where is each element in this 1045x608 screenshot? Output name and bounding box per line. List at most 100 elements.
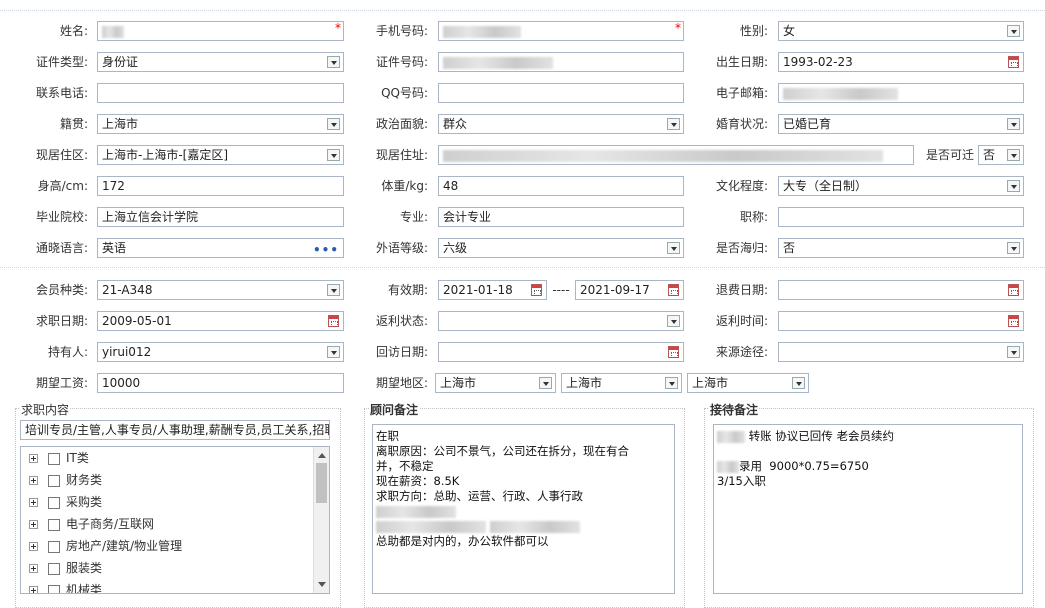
checkbox[interactable] xyxy=(48,474,60,487)
phone-input[interactable] xyxy=(97,83,344,103)
marital-select[interactable]: 已婚已育 xyxy=(778,114,1024,134)
title-input[interactable] xyxy=(778,207,1024,227)
rebate-status-select[interactable] xyxy=(438,311,684,331)
residence-area-select[interactable]: 上海市-上海市-[嘉定区] xyxy=(97,145,344,165)
birth-date-input[interactable]: 1993-02-23 xyxy=(778,52,1024,72)
calendar-icon[interactable] xyxy=(328,315,339,327)
tree-item-machinery[interactable]: 机械类 xyxy=(29,579,102,593)
expand-icon[interactable] xyxy=(29,454,38,463)
native-place-value: 上海市 xyxy=(102,117,139,131)
more-icon[interactable]: ••• xyxy=(313,241,339,257)
chevron-down-icon[interactable] xyxy=(1007,180,1020,192)
expand-icon[interactable] xyxy=(29,564,38,573)
weight-label: 体重/kg: xyxy=(381,179,428,193)
tree-item-apparel[interactable]: 服装类 xyxy=(29,557,102,579)
advisor-notes-textarea[interactable]: 在职 离职原因：公司不景气，公司还在拆分，现在有合 并，不稳定 现在薪资：8.5K 求职… xyxy=(372,424,675,594)
scroll-down-icon[interactable] xyxy=(318,582,326,587)
scroll-thumb[interactable] xyxy=(316,463,327,503)
height-input[interactable]: 172 xyxy=(97,176,344,196)
qq-input[interactable] xyxy=(438,83,684,103)
id-no-input[interactable] xyxy=(438,52,684,72)
calendar-icon[interactable] xyxy=(1008,315,1019,327)
school-input[interactable]: 上海立信会计学院 xyxy=(97,207,344,227)
tree-item-realestate[interactable]: 房地产/建筑/物业管理 xyxy=(29,535,182,557)
region-district-select[interactable]: 上海市 xyxy=(687,373,809,393)
chevron-down-icon[interactable] xyxy=(1007,118,1020,130)
chevron-down-icon[interactable] xyxy=(667,315,680,327)
checkbox[interactable] xyxy=(48,496,60,509)
chevron-down-icon[interactable] xyxy=(1007,242,1020,254)
weight-input[interactable]: 48 xyxy=(438,176,684,196)
lang-level-select[interactable]: 六级 xyxy=(438,238,684,258)
expand-icon[interactable] xyxy=(29,476,38,485)
checkbox[interactable] xyxy=(48,452,60,465)
source-select[interactable] xyxy=(778,342,1024,362)
chevron-down-icon[interactable] xyxy=(327,149,340,161)
checkbox[interactable] xyxy=(48,584,60,593)
calendar-icon[interactable] xyxy=(531,284,542,296)
reception-notes-textarea[interactable]: 转账 协议已回传 老会员续约 录用 9000*0.75=6750 3/15入职 xyxy=(713,424,1023,594)
member-type-select[interactable]: 21-A348 xyxy=(97,280,344,300)
job-date-input[interactable]: 2009-05-01 xyxy=(97,311,344,331)
returnee-select[interactable]: 否 xyxy=(778,238,1024,258)
refund-date-input[interactable] xyxy=(778,280,1024,300)
chevron-down-icon[interactable] xyxy=(665,377,678,389)
language-input[interactable]: 英语 ••• xyxy=(97,238,344,258)
major-input[interactable]: 会计专业 xyxy=(438,207,684,227)
email-input[interactable] xyxy=(778,83,1024,103)
name-input[interactable] xyxy=(97,21,344,41)
chevron-down-icon[interactable] xyxy=(327,346,340,358)
chevron-down-icon[interactable] xyxy=(539,377,552,389)
political-label: 政治面貌: xyxy=(375,117,428,131)
chevron-down-icon[interactable] xyxy=(327,56,340,68)
chevron-down-icon[interactable] xyxy=(1007,149,1020,161)
calendar-icon[interactable] xyxy=(668,346,679,358)
education-select[interactable]: 大专（全日制） xyxy=(778,176,1024,196)
checkbox[interactable] xyxy=(48,562,60,575)
phone-label: 联系电话: xyxy=(35,86,88,100)
chevron-down-icon[interactable] xyxy=(327,118,340,130)
job-category-tree[interactable]: IT类 财务类 采购类 电子商务/互联网 房地产/建筑/物业管理 服装类 机械类 xyxy=(20,446,330,594)
calendar-icon[interactable] xyxy=(1008,284,1019,296)
tree-item-ecommerce[interactable]: 电子商务/互联网 xyxy=(29,513,154,535)
scroll-up-icon[interactable] xyxy=(318,453,326,458)
school-label: 毕业院校: xyxy=(35,210,88,224)
valid-from-input[interactable]: 2021-01-18 xyxy=(438,280,547,300)
chevron-down-icon[interactable] xyxy=(327,284,340,296)
weight-value: 48 xyxy=(443,179,459,193)
id-type-select[interactable]: 身份证 xyxy=(97,52,344,72)
calendar-icon[interactable] xyxy=(668,284,679,296)
qq-label: QQ号码: xyxy=(381,86,428,100)
mobile-input[interactable] xyxy=(438,21,684,41)
political-select[interactable]: 群众 xyxy=(438,114,684,134)
salary-input[interactable]: 10000 xyxy=(97,373,344,393)
chevron-down-icon[interactable] xyxy=(1007,346,1020,358)
rebate-time-input[interactable] xyxy=(778,311,1024,331)
job-summary-input[interactable]: 培训专员/主管,人事专员/人事助理,薪酬专员,员工关系,招聘 xyxy=(20,420,330,440)
tree-scrollbar[interactable] xyxy=(313,447,329,593)
checkbox[interactable] xyxy=(48,518,60,531)
expand-icon[interactable] xyxy=(29,498,38,507)
calendar-icon[interactable] xyxy=(1008,56,1019,68)
valid-to-input[interactable]: 2021-09-17 xyxy=(575,280,684,300)
holder-select[interactable]: yirui012 xyxy=(97,342,344,362)
chevron-down-icon[interactable] xyxy=(667,242,680,254)
native-place-select[interactable]: 上海市 xyxy=(97,114,344,134)
expand-icon[interactable] xyxy=(29,586,38,593)
chevron-down-icon[interactable] xyxy=(1007,25,1020,37)
region-city-select[interactable]: 上海市 xyxy=(561,373,682,393)
tree-item-purchasing[interactable]: 采购类 xyxy=(29,491,102,513)
note-line: 录用 9000*0.75=6750 xyxy=(717,459,1019,474)
chevron-down-icon[interactable] xyxy=(792,377,805,389)
gender-select[interactable]: 女 xyxy=(778,21,1024,41)
expand-icon[interactable] xyxy=(29,520,38,529)
checkbox[interactable] xyxy=(48,540,60,553)
region-province-select[interactable]: 上海市 xyxy=(435,373,556,393)
chevron-down-icon[interactable] xyxy=(667,118,680,130)
visit-date-input[interactable] xyxy=(438,342,684,362)
residence-addr-input[interactable] xyxy=(438,145,914,165)
relocate-select[interactable]: 否 xyxy=(978,145,1024,165)
tree-item-finance[interactable]: 财务类 xyxy=(29,469,102,491)
tree-item-it[interactable]: IT类 xyxy=(29,447,89,469)
expand-icon[interactable] xyxy=(29,542,38,551)
